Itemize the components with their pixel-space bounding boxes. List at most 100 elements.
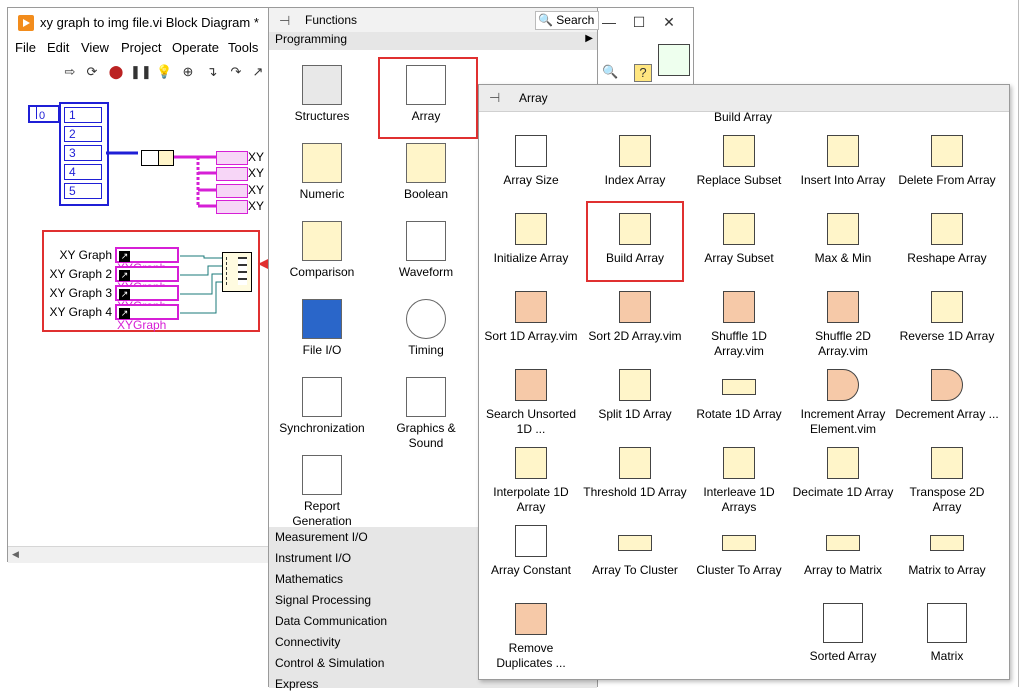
palette-item[interactable]: Decimate 1D Array (791, 447, 895, 500)
palette-item[interactable]: Search Unsorted 1D ... (479, 369, 583, 437)
xy-graph-reference[interactable]: ↗XYGraph (115, 285, 179, 312)
waveform-icon (406, 221, 446, 261)
palette-item[interactable]: Sorted Array (791, 603, 895, 664)
palette-item[interactable]: Remove Duplicates ... (479, 603, 583, 671)
array-subset-icon (723, 213, 755, 245)
palette-item[interactable]: Replace Subset (687, 135, 791, 188)
palette-item-synchronization[interactable]: Synchronization (274, 377, 370, 436)
palette-item-waveform[interactable]: Waveform (378, 221, 474, 280)
palette-item[interactable]: Rotate 1D Array (687, 369, 791, 422)
xy-property-node[interactable] (216, 184, 248, 198)
palette-item[interactable]: Interpolate 1D Array (479, 447, 583, 515)
window-title: xy graph to img file.vi Block Diagram * (40, 15, 259, 30)
abort-icon[interactable]: ⬤ (108, 64, 124, 80)
palette-item[interactable]: Sort 2D Array.vim (583, 291, 687, 344)
palette-item[interactable]: Reshape Array (895, 213, 999, 266)
palette-item-boolean[interactable]: Boolean (378, 143, 474, 202)
vi-connector-icon (658, 44, 690, 76)
run-continuously-icon[interactable]: ⟳ (84, 64, 100, 80)
palette-item-comparison[interactable]: Comparison (274, 221, 370, 280)
palette-item[interactable]: Increment Array Element.vim (791, 369, 895, 437)
subpalette-title: Array (519, 91, 548, 105)
palette-item-timing[interactable]: Timing (378, 299, 474, 358)
palette-item[interactable]: Shuffle 1D Array.vim (687, 291, 791, 359)
menu-edit[interactable]: Edit (47, 40, 69, 55)
highlight-execution-icon[interactable]: 💡 (156, 64, 172, 80)
palette-item[interactable]: Array to Matrix (791, 525, 895, 578)
maximize-icon[interactable]: ☐ (624, 11, 654, 33)
run-arrow-icon[interactable]: ⇨ (62, 64, 78, 80)
step-out-icon[interactable]: ↗ (250, 64, 266, 80)
graph-label: XY Graph 2 (49, 267, 112, 281)
palette-item-graphics-sound[interactable]: Graphics & Sound (378, 377, 474, 451)
palette-item[interactable]: Insert Into Array (791, 135, 895, 188)
category-programming[interactable]: Programming ▶ (269, 32, 597, 50)
scroll-left-icon[interactable]: ◀ (12, 549, 19, 560)
palette-item[interactable]: Array Subset (687, 213, 791, 266)
remove-duplicates-icon (515, 603, 547, 635)
palette-item[interactable]: Cluster To Array (687, 525, 791, 578)
palette-item[interactable]: Reverse 1D Array (895, 291, 999, 344)
palette-item[interactable]: Interleave 1D Arrays (687, 447, 791, 515)
menu-file[interactable]: File (15, 40, 36, 55)
palette-item[interactable]: Sort 1D Array.vim (479, 291, 583, 344)
xy-graph-reference[interactable]: ↗XYGraph (115, 266, 179, 293)
xy-property-node[interactable] (216, 200, 248, 214)
max-min-icon (827, 213, 859, 245)
wire-label: XY (248, 150, 265, 164)
comparison-icon (302, 221, 342, 261)
menu-tools[interactable]: Tools (228, 40, 258, 55)
xy-property-node[interactable] (216, 151, 248, 165)
file-io-icon (302, 299, 342, 339)
shuffle-1d-array-icon (723, 291, 755, 323)
palette-item[interactable]: Array Size (479, 135, 583, 188)
thumbtack-icon[interactable]: ⊣ (489, 90, 500, 106)
xy-graph-reference[interactable]: ↗XYGraph (115, 247, 179, 274)
delete-from-array-icon (931, 135, 963, 167)
expand-arrow-icon: ▶ (585, 33, 593, 44)
sorted-array-icon (823, 603, 863, 643)
palette-item[interactable]: Array Constant (479, 525, 583, 578)
xy-property-node[interactable] (216, 167, 248, 181)
wire-label: XY (248, 199, 265, 213)
step-into-icon[interactable]: ↴ (204, 64, 220, 80)
pause-icon[interactable]: ❚❚ (130, 64, 152, 80)
palette-item-report-generation[interactable]: Report Generation (274, 455, 370, 529)
menu-operate[interactable]: Operate (172, 40, 219, 55)
type-cast-node[interactable] (158, 150, 174, 166)
menu-project[interactable]: Project (121, 40, 161, 55)
build-array-node[interactable] (222, 252, 252, 292)
step-over-icon[interactable]: ↷ (228, 64, 244, 80)
help-icon[interactable]: ? (634, 64, 652, 82)
thumbtack-icon[interactable]: ⊣ (279, 13, 290, 29)
category-label: Programming (275, 32, 348, 46)
palette-item[interactable]: Initialize Array (479, 213, 583, 266)
sort-2d-array-icon (619, 291, 651, 323)
window-controls: — ☐ ✕ (594, 11, 694, 33)
palette-item-numeric[interactable]: Numeric (274, 143, 370, 202)
hover-tooltip: Build Array (714, 110, 773, 124)
palette-item[interactable]: Split 1D Array (583, 369, 687, 422)
palette-item[interactable]: Index Array (583, 135, 687, 188)
palette-item[interactable]: Shuffle 2D Array.vim (791, 291, 895, 359)
xy-graph-reference[interactable]: ↗XYGraph (115, 304, 179, 331)
menu-view[interactable]: View (81, 40, 109, 55)
palette-item[interactable]: Array To Cluster (583, 525, 687, 578)
palette-item[interactable]: Matrix (895, 603, 999, 664)
palette-item[interactable]: Threshold 1D Array (583, 447, 687, 500)
close-icon[interactable]: ✕ (654, 11, 684, 33)
palette-item[interactable]: Delete From Array (895, 135, 999, 188)
search-icon[interactable]: 🔍 (602, 64, 618, 80)
palette-item[interactable]: Matrix to Array (895, 525, 999, 578)
palette-item[interactable]: Decrement Array ... (895, 369, 999, 422)
palette-item-file-io[interactable]: File I/O (274, 299, 370, 358)
matrix-icon (927, 603, 967, 643)
palette-item-structures[interactable]: Structures (274, 65, 370, 124)
boolean-icon (406, 143, 446, 183)
search-button[interactable]: 🔍 Search (535, 11, 599, 30)
search-unsorted-1d-icon (515, 369, 547, 401)
palette-item[interactable]: Max & Min (791, 213, 895, 266)
retain-wire-values-icon[interactable]: ⊕ (180, 64, 196, 80)
palette-item[interactable]: Transpose 2D Array (895, 447, 999, 515)
array-to-matrix-icon (826, 535, 860, 551)
